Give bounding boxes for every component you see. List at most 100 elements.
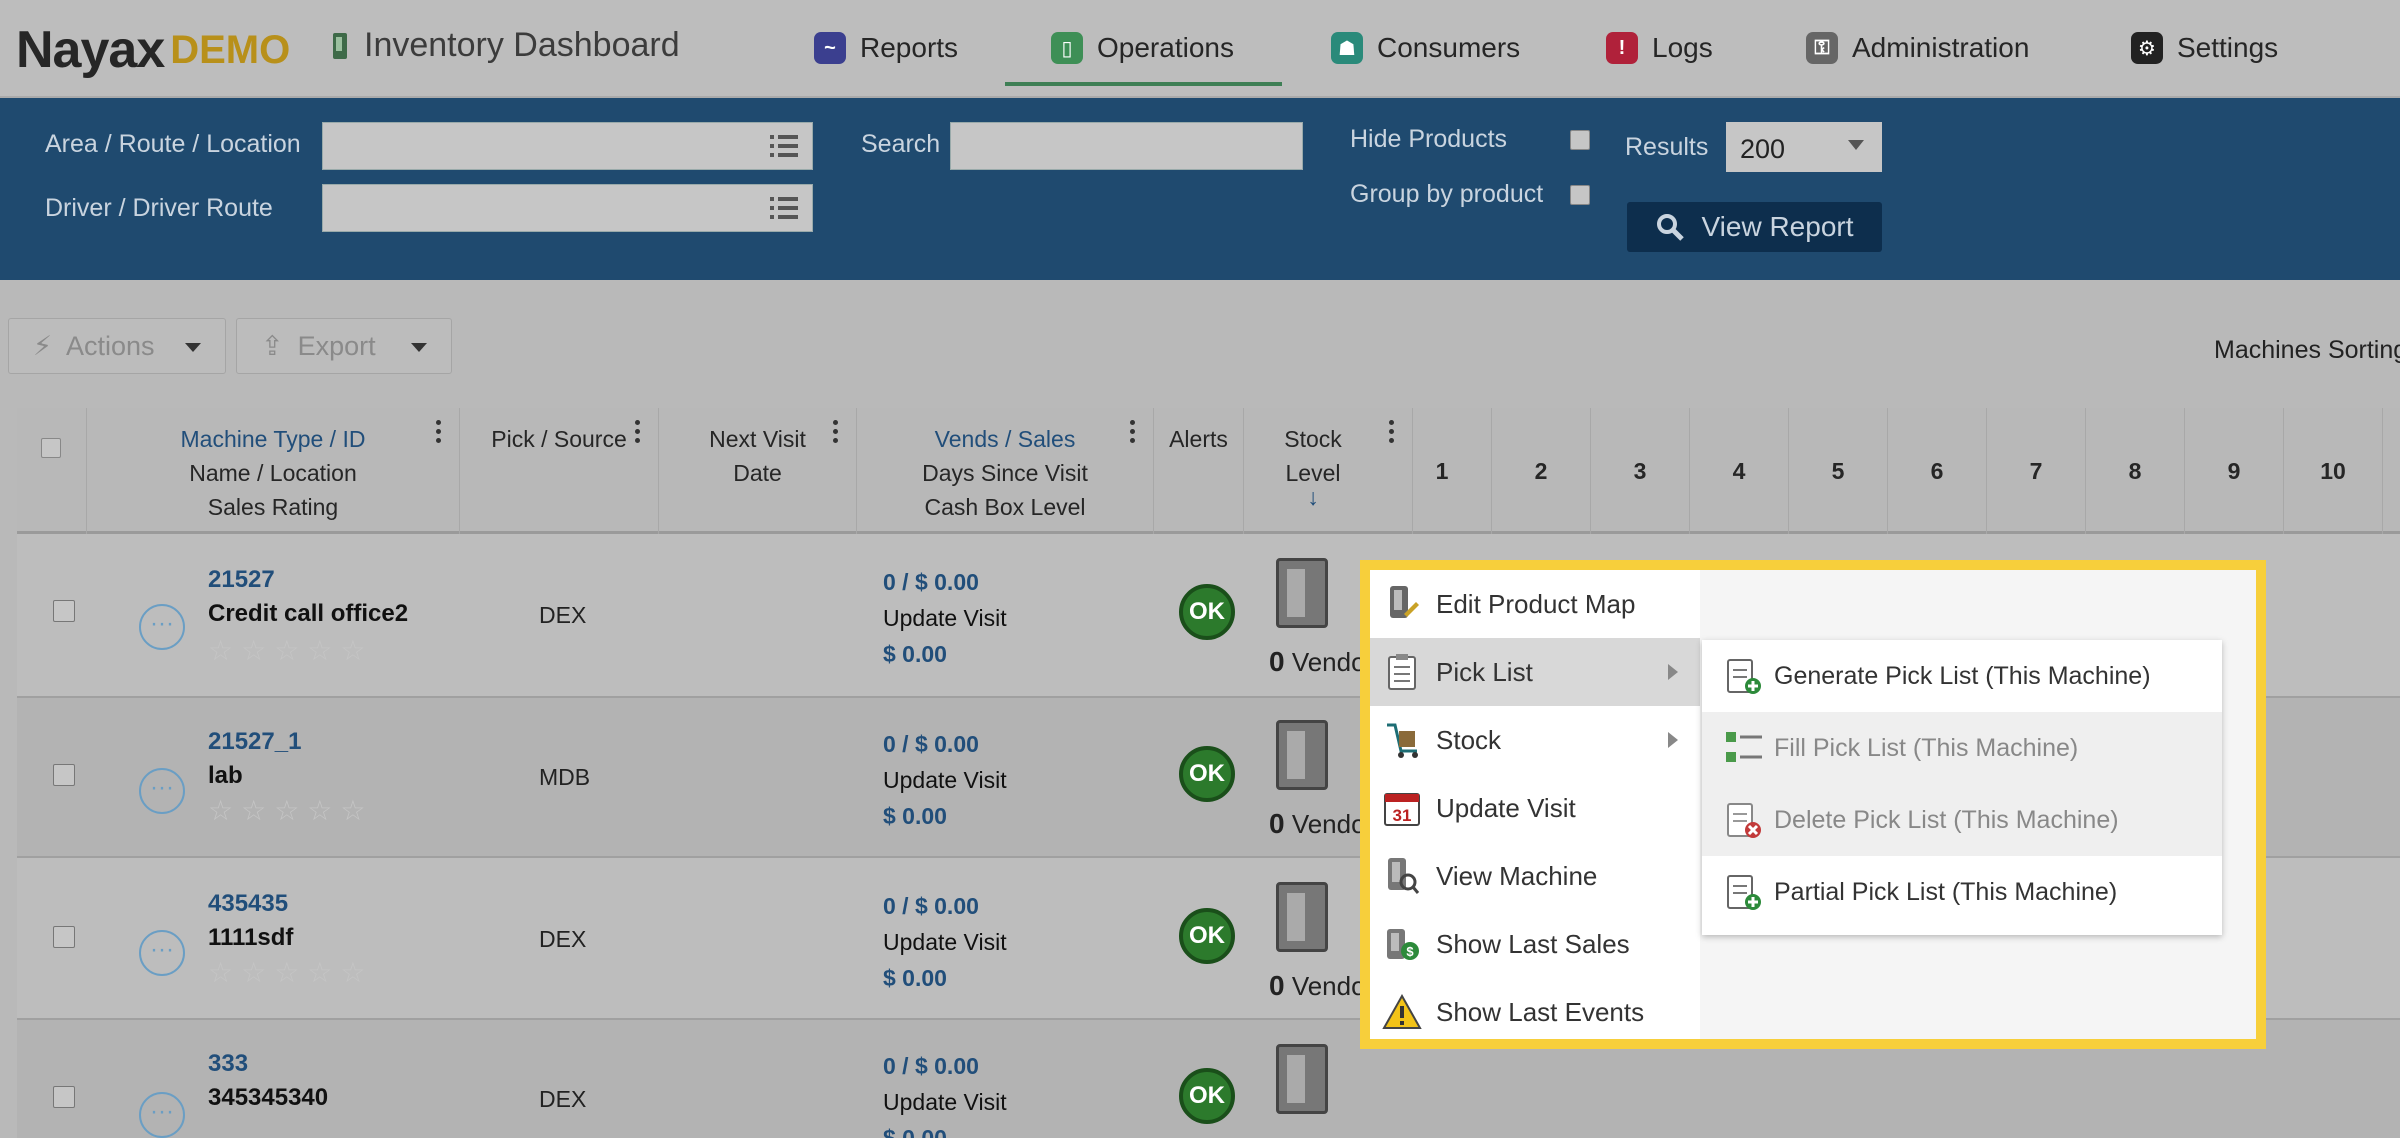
menu-item-label: Edit Product Map [1436, 588, 1636, 619]
submenu-item-label: Generate Pick List (This Machine) [1774, 661, 2151, 690]
vends-sales-value[interactable]: 0 / $ 0.00 [883, 726, 1007, 762]
menu-item-label: Update Visit [1436, 792, 1576, 823]
nav-consumers[interactable]: ☗ Consumers [1331, 28, 1520, 68]
menu-item-show-last-events[interactable]: Show Last Events [1370, 978, 1700, 1046]
actions-button[interactable]: ⚡ Actions [8, 318, 226, 374]
row-checkbox[interactable] [53, 764, 75, 786]
last-sales-icon: $ [1382, 924, 1422, 964]
more-options-icon[interactable]: ··· [139, 768, 185, 814]
search-input[interactable] [950, 122, 1303, 170]
delete-pick-list-icon [1724, 800, 1764, 840]
view-report-button[interactable]: View Report [1627, 202, 1882, 252]
stock-icon [1382, 720, 1422, 760]
column-menu-icon[interactable] [635, 420, 640, 447]
menu-item-show-last-sales[interactable]: $ Show Last Sales [1370, 910, 1700, 978]
nav-administration[interactable]: ⚿ Administration [1806, 28, 2029, 68]
generate-pick-list-icon [1724, 656, 1764, 696]
nav-operations[interactable]: ▯ Operations [1051, 28, 1234, 68]
menu-item-update-visit[interactable]: 31 Update Visit [1370, 774, 1700, 842]
update-visit-link[interactable]: Update Visit [883, 600, 1007, 636]
pick-list-icon [1382, 652, 1422, 692]
header-col-4: 4 [1690, 408, 1789, 534]
group-by-product-checkbox[interactable] [1570, 185, 1590, 205]
machine-id-link[interactable]: 333 [208, 1050, 248, 1078]
driver-route-input[interactable] [322, 184, 813, 232]
machine-id-link[interactable]: 21527 [208, 566, 275, 594]
area-route-location-input[interactable] [322, 122, 813, 170]
list-icon[interactable] [770, 135, 798, 159]
vending-machine-icon[interactable] [1276, 1044, 1328, 1114]
menu-item-label: Show Last Events [1436, 996, 1645, 1027]
column-menu-icon[interactable] [833, 420, 838, 447]
pick-source: DEX [539, 926, 587, 952]
more-options-icon[interactable]: ··· [139, 1092, 185, 1138]
vends-sales-value[interactable]: 0 / $ 0.00 [883, 888, 1007, 924]
machines-sorting-label[interactable]: Machines Sorting [2214, 336, 2400, 365]
logs-icon: ! [1606, 32, 1638, 64]
sales-rating-stars: ☆☆☆☆☆ [208, 635, 374, 666]
results-select[interactable]: 200 [1726, 122, 1882, 172]
vending-machine-icon[interactable] [1276, 882, 1328, 952]
logo-text: Nayax [16, 21, 165, 79]
menu-item-pick-list[interactable]: Pick List [1370, 638, 1700, 706]
more-options-icon[interactable]: ··· [139, 930, 185, 976]
alert-ok-badge[interactable]: OK [1179, 746, 1235, 802]
pick-source: DEX [539, 602, 587, 628]
hide-products-checkbox[interactable] [1570, 130, 1590, 150]
app-title: Inventory Dashboard [330, 26, 680, 65]
pick-source: DEX [539, 1086, 587, 1112]
nayax-logo[interactable]: Nayax DEMO [16, 20, 290, 80]
submenu-item-label: Partial Pick List (This Machine) [1774, 877, 2118, 906]
nav-logs-label: Logs [1652, 32, 1713, 63]
vends-sales-cell: 0 / $ 0.00 Update Visit $ 0.00 [883, 888, 1007, 996]
alert-ok-badge[interactable]: OK [1179, 908, 1235, 964]
update-visit-link[interactable]: Update Visit [883, 1084, 1007, 1120]
row-checkbox[interactable] [53, 926, 75, 948]
header-level-label: Level [1285, 460, 1341, 486]
nav-reports[interactable]: ~ Reports [814, 28, 958, 68]
list-icon[interactable] [770, 197, 798, 221]
header-name-location: Name / Location [189, 460, 357, 486]
vending-machine-icon[interactable] [1276, 720, 1328, 790]
fill-pick-list-icon [1724, 728, 1764, 768]
header-col-2: 2 [1492, 408, 1591, 534]
column-menu-icon[interactable] [1130, 420, 1135, 447]
header-col-8: 8 [2086, 408, 2185, 534]
menu-item-view-machine[interactable]: View Machine [1370, 842, 1700, 910]
vending-machine-icon[interactable] [1276, 558, 1328, 628]
update-visit-link[interactable]: Update Visit [883, 924, 1007, 960]
sales-rating-stars: ☆☆☆☆☆ [208, 795, 374, 826]
header-next-visit[interactable]: Next Visit Date [659, 408, 857, 534]
header-pick-source[interactable]: Pick / Source [460, 408, 659, 534]
chevron-down-icon [411, 343, 427, 352]
header-vends-sales[interactable]: Vends / Sales Days Since Visit Cash Box … [857, 408, 1154, 534]
submenu-fill-pick-list[interactable]: Fill Pick List (This Machine) [1702, 712, 2222, 784]
vends-sales-value[interactable]: 0 / $ 0.00 [883, 564, 1007, 600]
submenu-delete-pick-list[interactable]: Delete Pick List (This Machine) [1702, 784, 2222, 856]
select-all-checkbox[interactable] [41, 438, 61, 458]
machine-name: lab [208, 762, 243, 789]
vends-sales-value[interactable]: 0 / $ 0.00 [883, 1048, 1007, 1084]
menu-item-edit-product-map[interactable]: Edit Product Map [1370, 570, 1700, 638]
nav-settings[interactable]: ⚙ Settings [2131, 28, 2278, 68]
cash-box-level: $ 0.00 [883, 641, 947, 667]
column-menu-icon[interactable] [436, 420, 441, 447]
alert-ok-badge[interactable]: OK [1179, 584, 1235, 640]
submenu-partial-pick-list[interactable]: Partial Pick List (This Machine) [1702, 856, 2222, 928]
menu-item-stock[interactable]: Stock [1370, 706, 1700, 774]
alert-ok-badge[interactable]: OK [1179, 1068, 1235, 1124]
row-checkbox[interactable] [53, 1086, 75, 1108]
header-machine-type-id: Machine Type / ID [180, 426, 366, 452]
row-checkbox[interactable] [53, 600, 75, 622]
update-visit-link[interactable]: Update Visit [883, 762, 1007, 798]
machine-id-link[interactable]: 435435 [208, 890, 288, 918]
nav-logs[interactable]: ! Logs [1606, 28, 1713, 68]
machine-id-link[interactable]: 21527_1 [208, 728, 301, 756]
header-machine[interactable]: Machine Type / ID Name / Location Sales … [87, 408, 460, 534]
header-stock-label: Stock [1284, 426, 1342, 452]
pick-source: MDB [539, 764, 591, 790]
submenu-generate-pick-list[interactable]: Generate Pick List (This Machine) [1702, 640, 2222, 712]
export-button[interactable]: ⇪ Export [236, 318, 452, 374]
more-options-icon[interactable]: ··· [139, 604, 185, 650]
header-stock-level[interactable]: Stock Level ↓ [1244, 408, 1413, 534]
